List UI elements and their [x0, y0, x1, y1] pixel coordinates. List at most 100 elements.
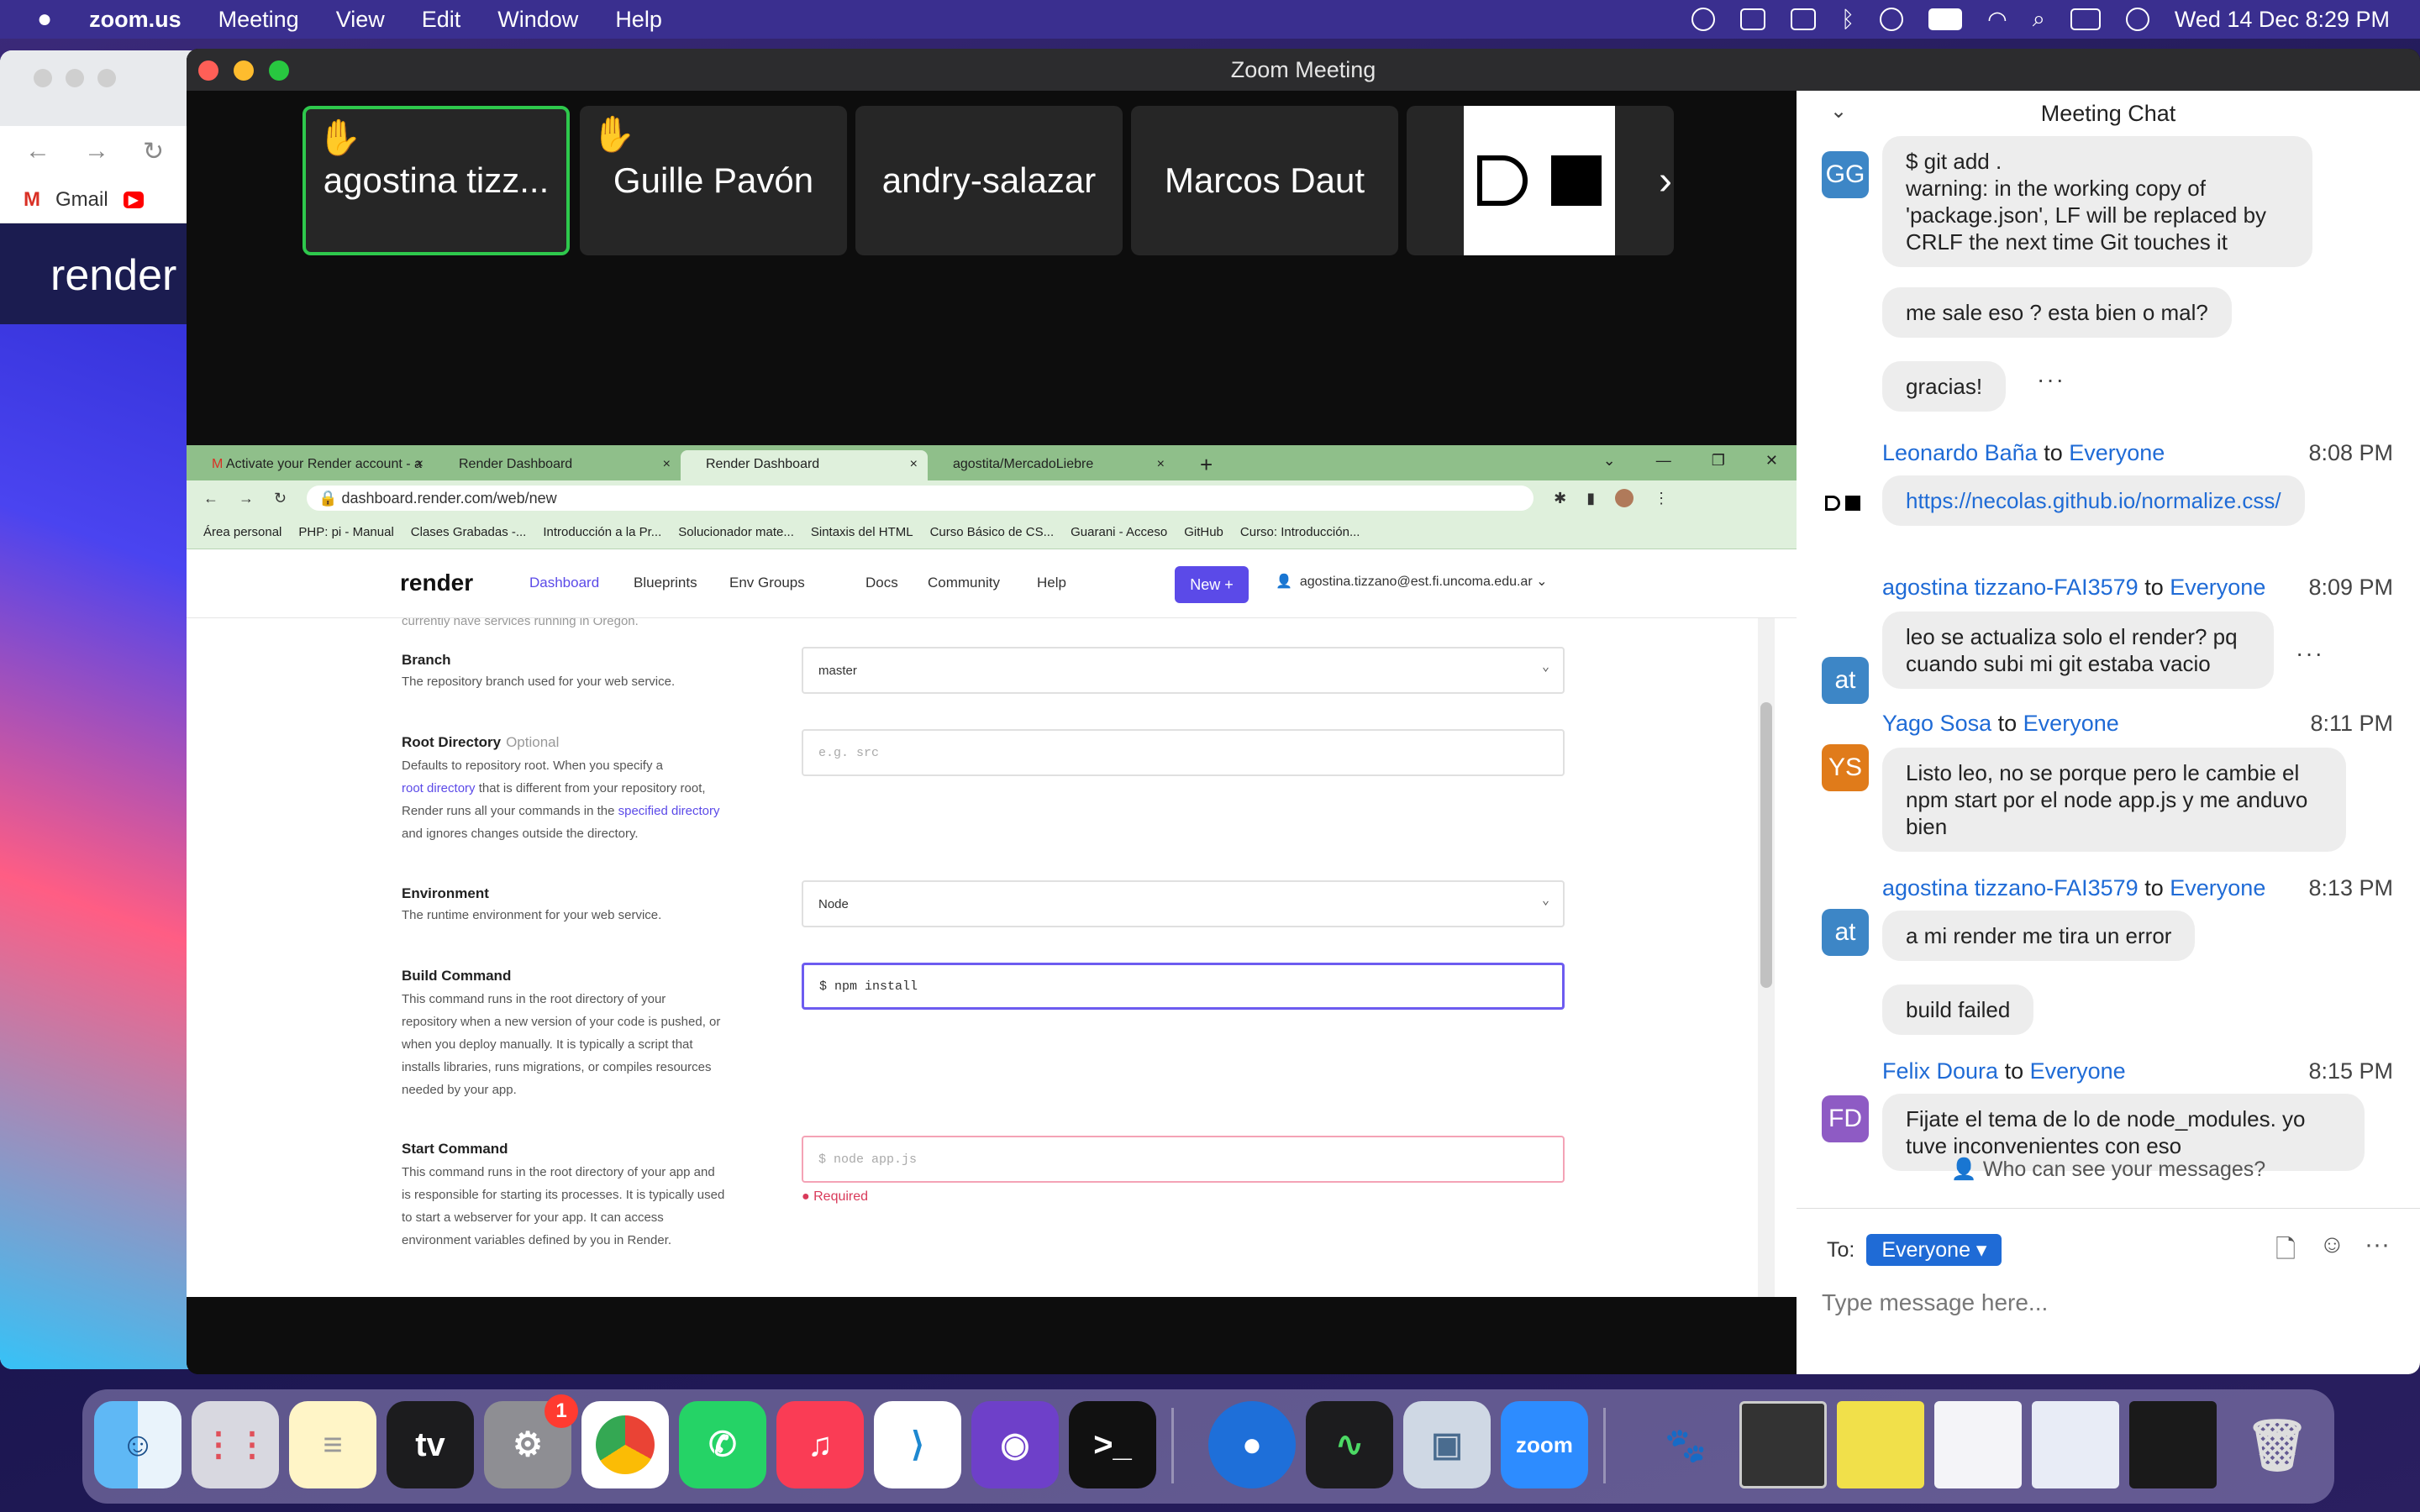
bg-max-dot[interactable]	[97, 69, 116, 87]
bookmark-item[interactable]: PHP: pi - Manual	[298, 525, 393, 539]
nav-docs[interactable]: Docs	[865, 575, 898, 591]
vscode-icon[interactable]: ⟩	[874, 1401, 961, 1488]
profile-avatar[interactable]	[1615, 489, 1634, 507]
user-menu[interactable]: 👤 agostina.tizzano@est.fi.uncoma.edu.ar …	[1276, 573, 1548, 590]
recipient-dropdown[interactable]: Everyone ▾	[1866, 1234, 2002, 1266]
bookmark-item[interactable]: Introducción a la Pr...	[543, 525, 661, 539]
sidebar-icon[interactable]: ▮	[1586, 490, 1595, 507]
bookmark-item[interactable]: Guarani - Acceso	[1071, 525, 1167, 539]
root-dir-input[interactable]: e.g. src	[802, 729, 1565, 776]
chat-input[interactable]: Type message here...	[1822, 1289, 2048, 1316]
zoom-app-icon[interactable]: zoom	[1501, 1401, 1588, 1488]
caption-icon[interactable]	[1790, 8, 1816, 30]
maximize-button[interactable]	[269, 60, 289, 81]
start-command-input[interactable]: $ node app.js	[802, 1136, 1565, 1183]
nav-community[interactable]: Community	[928, 575, 1000, 591]
bookmark-gmail[interactable]: Gmail	[55, 188, 108, 212]
participant-tile[interactable]: andry-salazar	[855, 106, 1123, 255]
new-button[interactable]: New +	[1175, 566, 1249, 603]
close-icon[interactable]: ✕	[1765, 452, 1778, 470]
activity-monitor-icon[interactable]: ∿	[1306, 1401, 1393, 1488]
participant-tile[interactable]: Marcos Daut	[1131, 106, 1398, 255]
sender-name[interactable]: Felix Doura	[1882, 1058, 1998, 1084]
more-icon[interactable]: ···	[2365, 1231, 2390, 1259]
minimize-icon[interactable]: —	[1656, 452, 1671, 470]
bookmark-item[interactable]: GitHub	[1184, 525, 1223, 539]
trash-icon[interactable]: 🗑	[2233, 1401, 2321, 1488]
chrome-icon[interactable]	[581, 1401, 669, 1488]
participant-tile[interactable]: ✋ Guille Pavón	[580, 106, 847, 255]
forward-icon[interactable]: →	[84, 137, 109, 165]
bookmark-item[interactable]: Solucionador mate...	[678, 525, 794, 539]
environment-select[interactable]: Node ⌄	[802, 880, 1565, 927]
sender-name[interactable]: agostina tizzano-FAI3579	[1882, 575, 2139, 600]
play-icon[interactable]	[1880, 8, 1904, 31]
chat-link[interactable]: https://necolas.github.io/normalize.css/	[1906, 488, 2281, 513]
menu-window[interactable]: Window	[497, 7, 578, 33]
system-settings-icon[interactable]: ⚙ 1	[484, 1394, 578, 1488]
page-scrollbar[interactable]	[1758, 618, 1775, 1297]
whatsapp-icon[interactable]: ✆	[679, 1401, 766, 1488]
menu-icon[interactable]: ⋮	[1654, 490, 1669, 507]
close-tab-icon[interactable]: ×	[910, 457, 918, 472]
close-tab-icon[interactable]: ×	[1157, 457, 1165, 472]
bookmark-item[interactable]: Área personal	[203, 525, 281, 539]
more-options-icon[interactable]: ···	[2037, 366, 2065, 393]
bookmark-item[interactable]: Clases Grabadas -...	[411, 525, 527, 539]
branch-select[interactable]: master ⌄	[802, 647, 1565, 694]
window-thumbnail[interactable]	[1739, 1401, 1827, 1488]
next-participants-icon[interactable]: ›	[1659, 158, 1672, 204]
location-app-icon[interactable]: ●	[1208, 1401, 1296, 1488]
apple-icon[interactable]: ●	[37, 5, 52, 34]
close-tab-icon[interactable]: ×	[663, 457, 671, 472]
window-thumbnail[interactable]	[2129, 1401, 2217, 1488]
bluetooth-icon[interactable]: ᛒ	[1841, 7, 1854, 33]
close-button[interactable]	[198, 60, 218, 81]
menubar-clock[interactable]: Wed 14 Dec 8:29 PM	[2175, 7, 2390, 33]
wifi-icon[interactable]: ◠	[1987, 7, 2007, 33]
sender-name[interactable]: agostina tizzano-FAI3579	[1882, 875, 2139, 900]
reload-icon[interactable]: ↻	[143, 137, 164, 166]
apple-tv-icon[interactable]: tv	[387, 1401, 474, 1488]
search-icon[interactable]: ⌕	[2033, 6, 2045, 33]
restore-icon[interactable]: ❐	[1712, 452, 1725, 470]
nav-env-groups[interactable]: Env Groups	[729, 575, 805, 591]
bookmark-item[interactable]: Curso: Introducción...	[1240, 525, 1360, 539]
collapse-chevron-icon[interactable]: ⌄	[1830, 99, 1847, 123]
back-icon[interactable]: ←	[25, 137, 50, 165]
browser-tab-active[interactable]: Render Dashboard ×	[681, 450, 928, 480]
browser-tab[interactable]: M Activate your Render account - a ×	[187, 450, 434, 480]
window-thumbnail[interactable]	[1837, 1401, 1924, 1488]
address-bar[interactable]: 🔒 dashboard.render.com/web/new	[307, 486, 1534, 511]
screen-share-icon[interactable]	[1739, 8, 1765, 30]
minimize-button[interactable]	[234, 60, 254, 81]
youtube-icon[interactable]: ▶	[123, 191, 144, 208]
emoji-icon[interactable]: ☺	[2319, 1231, 2345, 1259]
browser-tab[interactable]: agostita/MercadoLiebre ×	[928, 450, 1175, 480]
menu-help[interactable]: Help	[615, 7, 662, 33]
tab-search-icon[interactable]: ⌄	[1603, 452, 1616, 470]
sender-name[interactable]: Leonardo Baña	[1882, 440, 2038, 465]
control-center-icon[interactable]	[2070, 8, 2101, 30]
menu-meeting[interactable]: Meeting	[218, 7, 299, 33]
menu-edit[interactable]: Edit	[422, 7, 461, 33]
browser-tab[interactable]: Render Dashboard ×	[434, 450, 681, 480]
bookmark-item[interactable]: Sintaxis del HTML	[811, 525, 913, 539]
bg-close-dot[interactable]	[34, 69, 52, 87]
root-directory-link[interactable]: root directory	[402, 781, 476, 795]
zoom-status-icon[interactable]	[1691, 8, 1715, 31]
menu-app-name[interactable]: zoom.us	[89, 7, 182, 33]
window-thumbnail[interactable]	[2032, 1401, 2119, 1488]
extensions-icon[interactable]: ✱	[1554, 490, 1566, 507]
siri-icon[interactable]	[2125, 8, 2149, 31]
who-can-see-link[interactable]: 👤 Who can see your messages?	[1797, 1158, 2420, 1182]
build-command-input[interactable]: $ npm install	[802, 963, 1565, 1010]
close-tab-icon[interactable]: ×	[416, 457, 424, 472]
bg-min-dot[interactable]	[66, 69, 84, 87]
reload-icon[interactable]: ↻	[274, 490, 287, 507]
nav-blueprints[interactable]: Blueprints	[634, 575, 697, 591]
render-logo[interactable]: render	[400, 570, 473, 596]
participant-tile[interactable]: ✋ agostina tizz...	[302, 106, 570, 255]
scrollbar-thumb[interactable]	[1760, 702, 1772, 988]
gimp-icon[interactable]: 🐾	[1642, 1401, 1729, 1488]
